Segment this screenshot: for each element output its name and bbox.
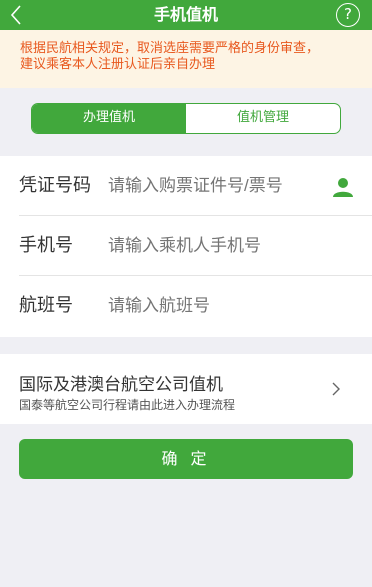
phone-label: 手机号 xyxy=(19,235,73,256)
nav-bar: 手机值机 ? xyxy=(0,0,372,30)
tab-checkin-manage[interactable]: 值机管理 xyxy=(186,104,340,133)
notice-banner: 根据民航相关规定，取消选座需要严格的身份审查， 建议乘客本人注册认证后亲自办理 xyxy=(0,30,372,88)
flight-row: 航班号 xyxy=(0,276,372,336)
notice-line-1: 根据民航相关规定，取消选座需要严格的身份审查， xyxy=(20,41,320,56)
intl-checkin-entry[interactable]: 国际及港澳台航空公司值机 国泰等航空公司行程请由此进入办理流程 xyxy=(0,354,372,424)
credential-row: 凭证号码 xyxy=(0,156,372,216)
flight-label: 航班号 xyxy=(19,295,73,316)
segmented-control: 办理值机 值机管理 xyxy=(31,103,341,134)
confirm-button[interactable]: 确 定 xyxy=(19,439,353,479)
person-icon[interactable] xyxy=(331,176,355,198)
phone-row: 手机号 xyxy=(0,216,372,276)
chevron-right-icon xyxy=(330,381,342,397)
tab-checkin[interactable]: 办理值机 xyxy=(32,104,186,133)
intl-subtitle: 国泰等航空公司行程请由此进入办理流程 xyxy=(19,398,236,412)
flight-input[interactable] xyxy=(108,276,323,336)
tab-section: 办理值机 值机管理 xyxy=(0,88,372,156)
credential-label: 凭证号码 xyxy=(19,175,91,196)
notice-line-2: 建议乘客本人注册认证后亲自办理 xyxy=(20,57,216,72)
phone-input[interactable] xyxy=(108,216,323,276)
intl-title: 国际及港澳台航空公司值机 xyxy=(19,375,223,395)
checkin-form: 凭证号码 手机号 航班号 xyxy=(0,156,372,337)
page-title: 手机值机 xyxy=(153,5,218,24)
help-icon[interactable]: ? xyxy=(336,3,360,27)
credential-input[interactable] xyxy=(108,156,323,216)
